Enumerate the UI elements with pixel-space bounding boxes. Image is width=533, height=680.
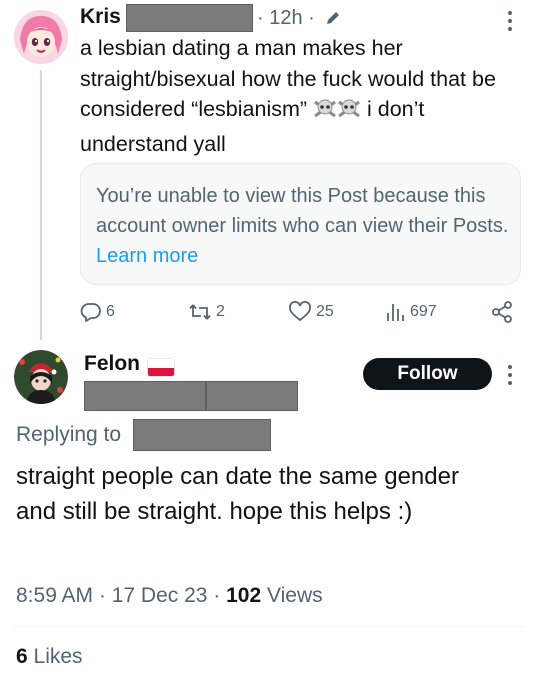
repost-icon bbox=[189, 304, 211, 320]
redacted-handle bbox=[126, 4, 253, 32]
reply-action[interactable]: 6 bbox=[80, 300, 115, 324]
reply-more-options-icon[interactable] bbox=[506, 364, 514, 391]
views-count: 697 bbox=[410, 303, 437, 320]
tweet-time-label: 12h bbox=[269, 7, 303, 29]
reply-views-count: 102 bbox=[226, 584, 262, 607]
restricted-post-notice: You’re unable to view this Post because … bbox=[80, 163, 521, 285]
heart-icon bbox=[289, 301, 311, 322]
skull-crossbones-icon bbox=[337, 98, 361, 129]
redaction-divider bbox=[205, 381, 207, 411]
thread-line bbox=[40, 70, 42, 340]
time-separator: · bbox=[257, 7, 264, 29]
tweet-author-name[interactable]: Kris bbox=[80, 5, 121, 29]
like-action[interactable]: 25 bbox=[288, 300, 334, 324]
reply-text: straight people can date the same gender… bbox=[16, 463, 459, 525]
redacted-replying-to-handle[interactable] bbox=[133, 419, 271, 451]
tweet-text: a lesbian dating a man makes her straigh… bbox=[80, 36, 496, 121]
reply-count: 6 bbox=[106, 303, 115, 320]
reply-likes[interactable]: 6 Likes bbox=[16, 645, 83, 669]
reply-timestamp[interactable]: 8:59 AM · 17 Dec 23 · bbox=[16, 584, 220, 607]
tweet-time[interactable]: · 12h · bbox=[257, 7, 315, 30]
reply-icon bbox=[80, 303, 101, 322]
edited-pencil-icon[interactable] bbox=[324, 9, 342, 32]
redacted-reply-handle bbox=[84, 381, 298, 411]
learn-more-link[interactable]: Learn more bbox=[96, 245, 198, 267]
poland-flag-icon bbox=[148, 359, 174, 376]
reply-views-label: Views bbox=[267, 584, 323, 607]
reply-likes-label: Likes bbox=[33, 645, 83, 668]
time-separator-2: · bbox=[308, 7, 315, 29]
kris-avatar[interactable] bbox=[14, 10, 68, 64]
felon-avatar[interactable] bbox=[14, 350, 68, 404]
views-bar-chart-icon bbox=[387, 304, 404, 321]
share-icon[interactable] bbox=[490, 300, 514, 329]
repost-action[interactable]: 2 bbox=[188, 300, 225, 324]
christmas-avatar-icon bbox=[14, 350, 68, 404]
skull-crossbones-icon bbox=[313, 98, 337, 129]
follow-button[interactable]: Follow bbox=[363, 358, 492, 390]
views-action[interactable]: 697 bbox=[384, 300, 437, 324]
like-count: 25 bbox=[316, 303, 334, 320]
tweet-body: a lesbian dating a man makes her straigh… bbox=[80, 33, 520, 159]
replying-to-label: Replying to bbox=[16, 423, 122, 446]
notice-body: You’re unable to view this Post because … bbox=[96, 181, 511, 271]
repost-count: 2 bbox=[216, 303, 225, 320]
reply-author-name[interactable]: Felon bbox=[84, 352, 140, 376]
reply-meta: 8:59 AM · 17 Dec 23 · 102 Views bbox=[16, 584, 323, 608]
reply-likes-count: 6 bbox=[16, 645, 28, 668]
notice-text: You’re unable to view this Post because … bbox=[96, 185, 509, 237]
meta-divider bbox=[14, 626, 524, 627]
anime-girl-avatar-icon bbox=[14, 10, 68, 64]
